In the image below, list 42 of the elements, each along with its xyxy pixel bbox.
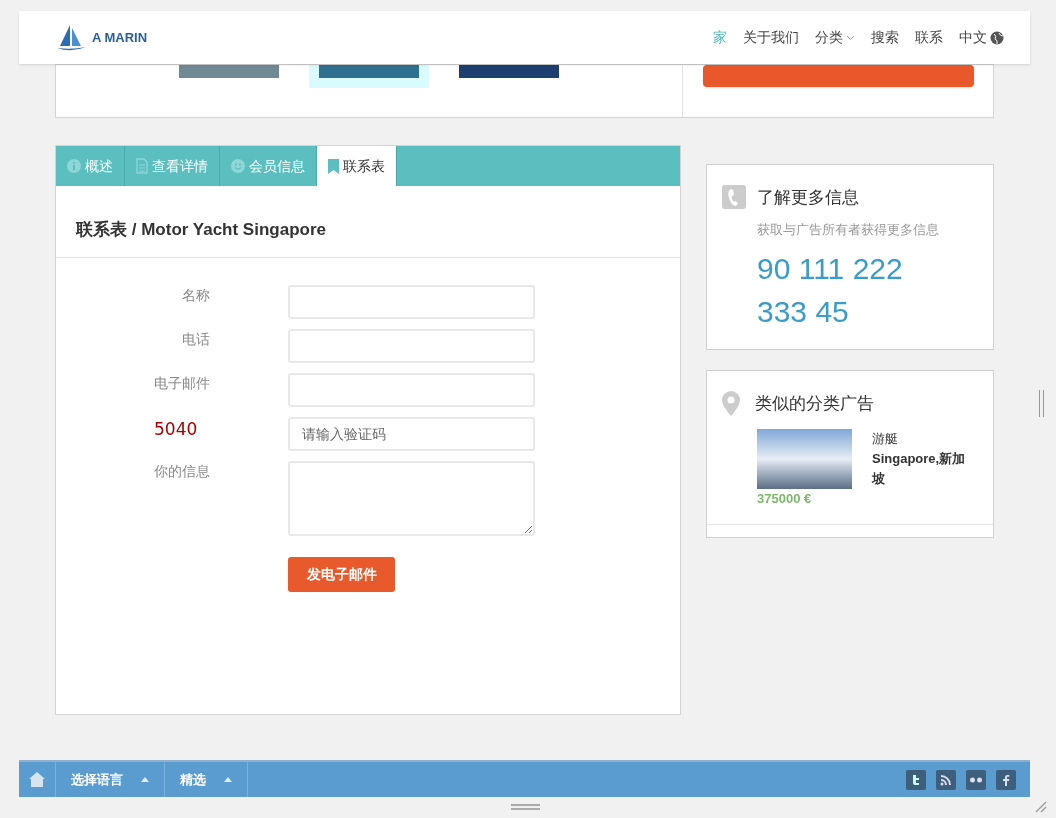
facebook-icon[interactable] bbox=[996, 769, 1016, 790]
form-title: 联系表 / Motor Yacht Singapore bbox=[56, 186, 680, 258]
captcha-code: 5040 bbox=[154, 417, 199, 441]
field-label: 电话 bbox=[182, 329, 210, 349]
ad-title[interactable]: 游艇 bbox=[872, 428, 972, 449]
nav-link[interactable]: 中文 bbox=[959, 27, 1004, 48]
field-label: 电子邮件 bbox=[154, 373, 210, 393]
bookmark-icon bbox=[328, 158, 339, 174]
globe-icon bbox=[990, 30, 1004, 45]
caret-up-icon bbox=[224, 777, 232, 782]
card-title: 了解更多信息 bbox=[757, 187, 860, 209]
phone-number: 90 111 222 333 45 bbox=[757, 251, 904, 330]
rss-icon[interactable] bbox=[936, 769, 956, 790]
chevron-down-icon bbox=[846, 34, 855, 41]
card-subtitle: 获取与广告所有者获得更多信息 bbox=[757, 220, 939, 239]
resize-corner-icon[interactable] bbox=[1035, 801, 1047, 813]
twitter-icon[interactable] bbox=[906, 769, 926, 790]
info-icon bbox=[67, 159, 81, 173]
ad-price: 375000 € bbox=[757, 489, 813, 508]
phone-icon bbox=[722, 185, 746, 209]
nav-link[interactable]: 分类 bbox=[815, 27, 855, 48]
nav-link[interactable]: 搜索 bbox=[871, 27, 899, 48]
send-email-button[interactable]: 发电子邮件 bbox=[288, 556, 395, 592]
map-pin-icon bbox=[722, 391, 740, 416]
home-icon[interactable] bbox=[29, 772, 45, 787]
caret-up-icon bbox=[141, 777, 149, 782]
message-field[interactable] bbox=[288, 460, 535, 536]
tab[interactable]: 联系表 bbox=[317, 146, 397, 186]
logo-text: A MARIN bbox=[92, 28, 148, 47]
ad-location: Singapore,新加坡 bbox=[872, 449, 967, 488]
nav-link[interactable]: 关于我们 bbox=[743, 27, 799, 48]
flickr-icon[interactable] bbox=[966, 769, 986, 790]
field-label: 你的信息 bbox=[154, 461, 210, 481]
resize-grip[interactable] bbox=[511, 804, 540, 810]
scroll-handle[interactable] bbox=[1039, 390, 1044, 417]
smiley-icon bbox=[231, 159, 245, 173]
card-title: 类似的分类广告 bbox=[755, 393, 874, 415]
yacht-photo-placeholder[interactable] bbox=[757, 428, 852, 489]
field-label: 名称 bbox=[182, 285, 210, 305]
nav-link[interactable]: 联系 bbox=[915, 27, 943, 48]
captcha-field[interactable]: 请输入验证码 bbox=[288, 416, 535, 451]
document-icon bbox=[136, 158, 148, 174]
